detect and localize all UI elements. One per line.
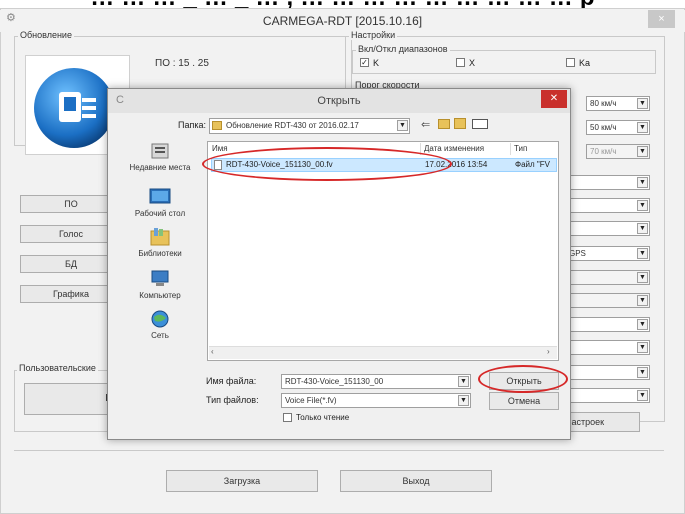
chevron-down-icon: ▼ <box>637 390 648 401</box>
chevron-down-icon: ▼ <box>637 272 648 283</box>
column-type[interactable]: Тип <box>514 142 527 156</box>
column-divider <box>510 143 511 155</box>
setting-select-10[interactable]: ▼ <box>565 388 650 403</box>
setting-select-6[interactable]: ▼ <box>565 293 650 308</box>
filetype-select[interactable]: Voice File(*.fv) ▼ <box>281 393 471 408</box>
desktop-icon <box>149 188 171 204</box>
main-close-button[interactable]: × <box>648 10 675 28</box>
recent-places-icon <box>151 143 169 159</box>
readonly-label: Только чтение <box>296 413 350 422</box>
readonly-checkbox[interactable] <box>283 413 292 422</box>
download-button[interactable]: Загрузка <box>166 470 318 492</box>
speed-select-2-value: 50 км/ч <box>590 123 617 132</box>
chevron-down-icon: ▼ <box>458 395 469 406</box>
chevron-down-icon: ▼ <box>637 248 648 259</box>
chevron-down-icon: ▼ <box>637 98 648 109</box>
footer-divider <box>14 450 664 451</box>
highlight-file-annotation <box>202 147 452 181</box>
cancel-button[interactable]: Отмена <box>489 392 559 410</box>
horizontal-scrollbar[interactable]: ‹ › <box>209 346 557 359</box>
folder-select-value: Обновление RDT-430 от 2016.02.17 <box>226 121 359 130</box>
place-computer-label: Компьютер <box>139 291 181 300</box>
chevron-down-icon: ▼ <box>637 342 648 353</box>
place-recent[interactable]: Недавние места <box>120 141 200 172</box>
ranges-group-label: Вкл/Откл диапазонов <box>356 44 450 54</box>
place-computer[interactable]: Компьютер <box>120 269 200 300</box>
filename-input[interactable]: RDT-430-Voice_151130_00 ▼ <box>281 374 471 389</box>
folder-icon <box>212 121 222 130</box>
checkbox-k[interactable]: ✓ <box>360 58 369 67</box>
chevron-down-icon: ▼ <box>397 120 408 131</box>
place-recent-label: Недавние места <box>129 163 191 172</box>
filetype-select-value: Voice File(*.fv) <box>285 396 337 405</box>
po-version: ПО : 15 . 25 <box>155 58 209 69</box>
gps-select[interactable]: GPS ▼ <box>565 246 650 261</box>
places-bar: Недавние места Рабочий стол Библиотеки К… <box>120 141 200 371</box>
setting-select-5[interactable]: ▼ <box>565 270 650 285</box>
place-libraries[interactable]: Библиотеки <box>120 227 200 258</box>
speed-select-3[interactable]: 70 км/ч ▼ <box>586 144 650 159</box>
place-network[interactable]: Сеть <box>120 309 200 340</box>
exit-button[interactable]: Выход <box>340 470 492 492</box>
chevron-down-icon: ▼ <box>637 295 648 306</box>
place-libraries-label: Библиотеки <box>138 249 182 258</box>
filename-label: Имя файла: <box>206 376 257 386</box>
setting-select-7[interactable]: ▼ <box>565 317 650 332</box>
column-date[interactable]: Дата изменения <box>424 142 484 156</box>
place-network-label: Сеть <box>151 331 169 340</box>
setting-select-3[interactable]: ▼ <box>565 221 650 236</box>
dialog-close-button[interactable]: ✕ <box>541 90 567 108</box>
speed-select-1-value: 80 км/ч <box>590 99 617 108</box>
chevron-down-icon: ▼ <box>637 200 648 211</box>
speed-select-2[interactable]: 50 км/ч ▼ <box>586 120 650 135</box>
dialog-title: Открыть <box>108 89 570 113</box>
chevron-down-icon: ▼ <box>458 376 469 387</box>
chevron-down-icon: ▼ <box>637 177 648 188</box>
folder-label: Папка: <box>178 120 206 130</box>
folder-select[interactable]: Обновление RDT-430 от 2016.02.17 ▼ <box>209 118 410 134</box>
chevron-down-icon: ▼ <box>637 367 648 378</box>
update-group-label: Обновление <box>18 30 74 40</box>
main-window-title: CARMEGA-RDT [2015.10.16] <box>0 10 685 32</box>
dialog-app-icon: C <box>116 94 124 106</box>
checkbox-x[interactable] <box>456 58 465 67</box>
place-desktop-label: Рабочий стол <box>134 209 186 218</box>
computer-icon <box>151 270 169 286</box>
filename-input-value: RDT-430-Voice_151130_00 <box>285 377 384 386</box>
gps-select-value: GPS <box>569 249 586 258</box>
checkbox-ka-label: Ka <box>579 58 591 68</box>
file-type: Файл "FV <box>515 160 550 169</box>
libraries-icon <box>150 228 170 246</box>
chevron-down-icon: ▼ <box>637 223 648 234</box>
new-folder-icon[interactable] <box>454 118 466 129</box>
back-icon[interactable]: ⇐ <box>421 118 430 131</box>
speed-select-3-value: 70 км/ч <box>590 147 617 156</box>
app-icon: ⚙ <box>6 12 16 24</box>
user-group-label: Пользовательские <box>17 363 98 373</box>
scroll-left-icon[interactable]: ‹ <box>211 347 214 356</box>
view-menu-icon[interactable] <box>472 119 488 129</box>
up-folder-icon[interactable] <box>438 119 450 129</box>
place-desktop[interactable]: Рабочий стол <box>120 187 200 218</box>
setting-select-2[interactable]: ▼ <box>565 198 650 213</box>
chevron-down-icon: ▼ <box>637 319 648 330</box>
checkbox-x-label: X <box>469 58 476 68</box>
speed-select-1[interactable]: 80 км/ч ▼ <box>586 96 650 111</box>
highlight-open-annotation <box>478 365 568 393</box>
setting-select-9[interactable]: ▼ <box>565 365 650 380</box>
settings-group-label: Настройки <box>349 30 398 40</box>
setting-select-8[interactable]: ▼ <box>565 340 650 355</box>
chevron-down-icon: ▼ <box>637 146 648 157</box>
chevron-down-icon: ▼ <box>637 122 648 133</box>
network-icon <box>151 310 169 328</box>
setting-select-1[interactable]: ▼ <box>565 175 650 190</box>
checkbox-ka[interactable] <box>566 58 575 67</box>
scroll-right-icon[interactable]: › <box>547 347 550 356</box>
filetype-label: Тип файлов: <box>206 395 259 405</box>
checkbox-k-label: K <box>373 58 380 68</box>
